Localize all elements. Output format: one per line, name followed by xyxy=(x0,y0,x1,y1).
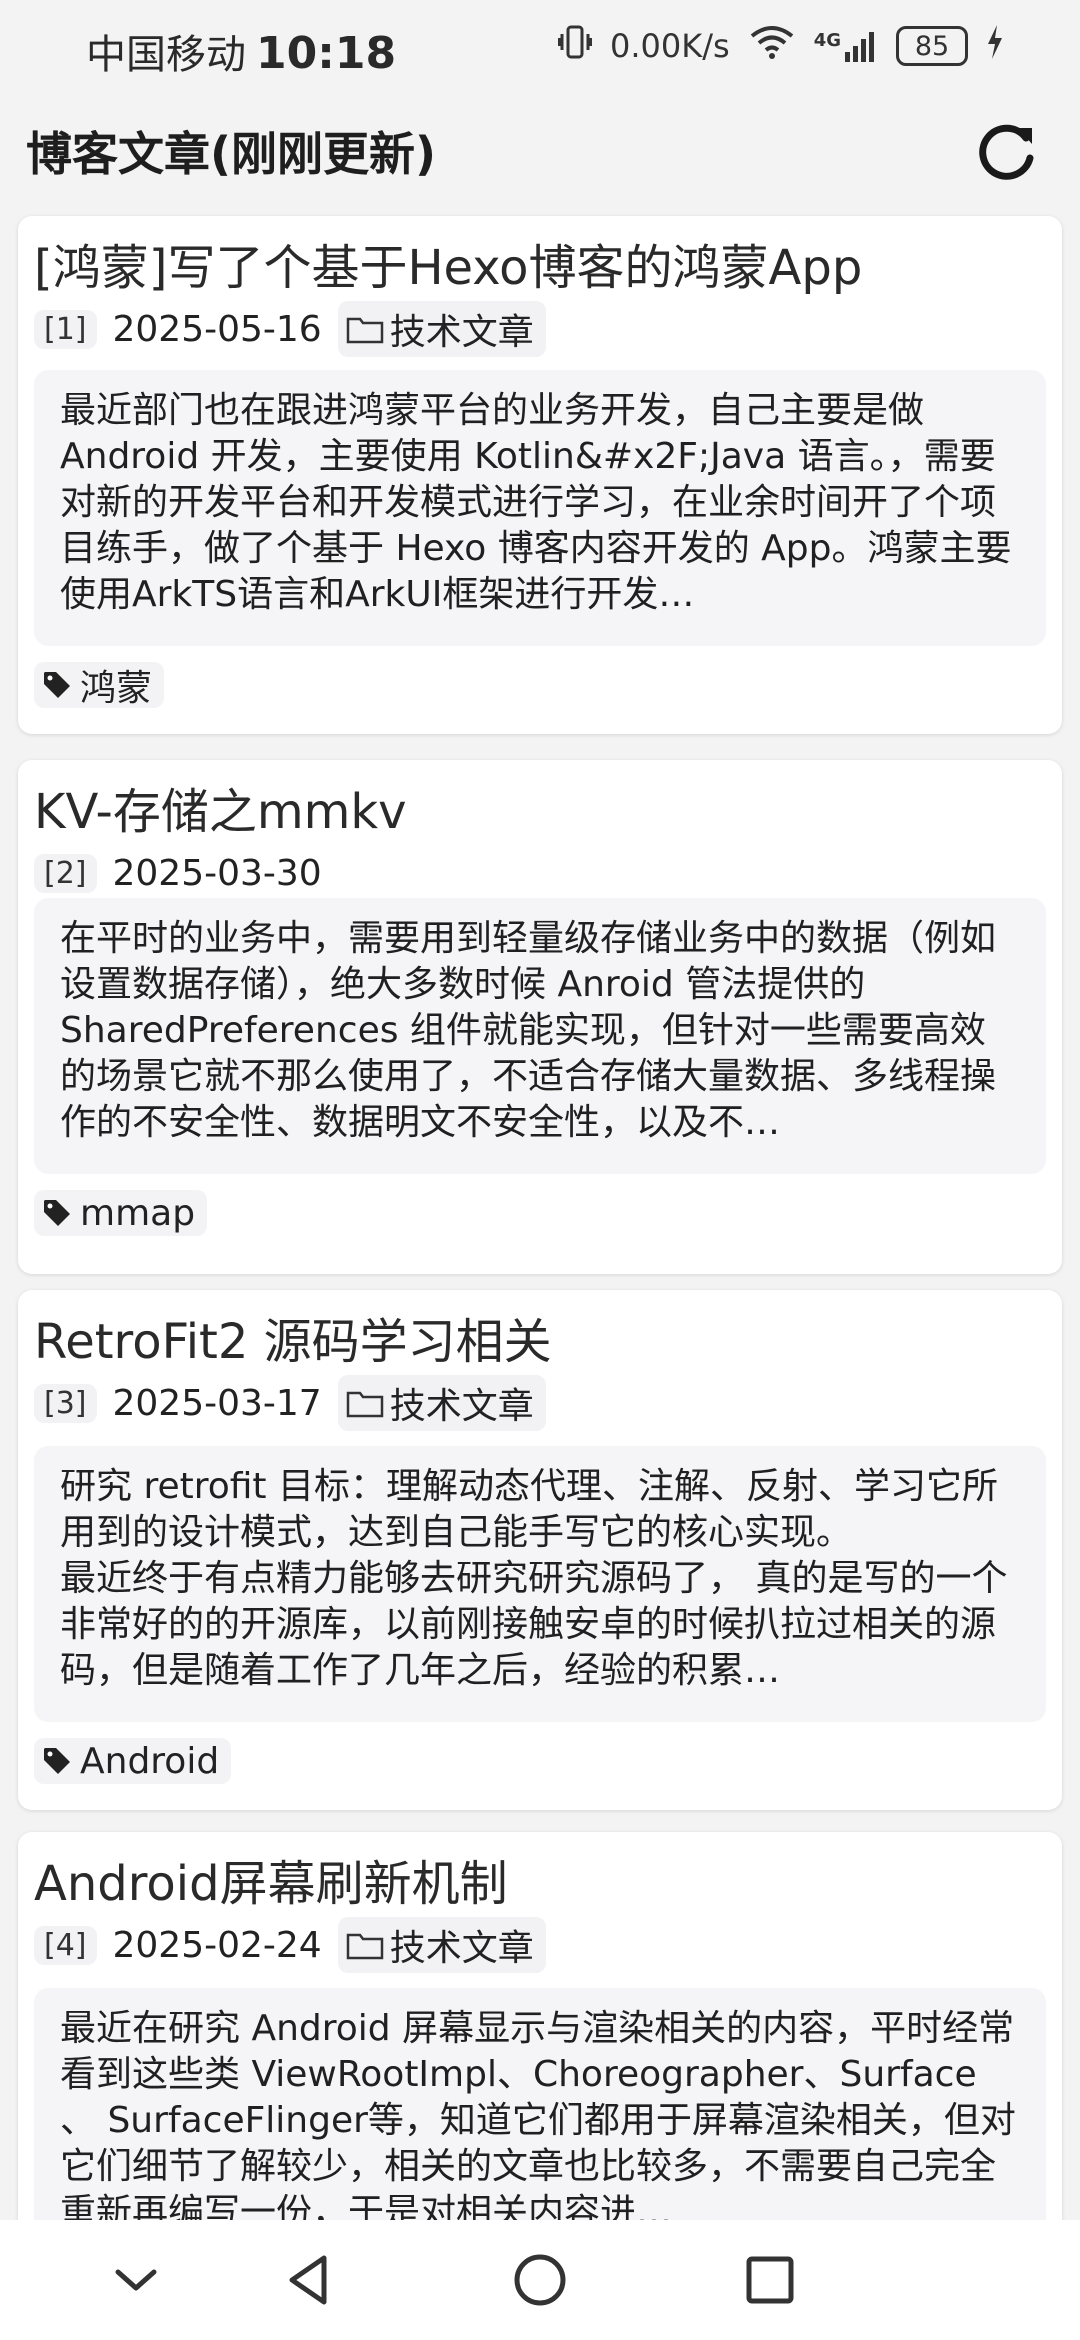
page-title: 博客文章(刚刚更新) xyxy=(26,127,437,181)
excerpt-text: 在平时的业务中，需要用到轻量级存储业务中的数据（例如设置数据存储），绝大多数时候… xyxy=(60,918,997,1143)
article-card[interactable]: RetroFit2 源码学习相关 [3] 2025-03-17 技术文章 研究 … xyxy=(18,1290,1062,1810)
article-excerpt[interactable]: 在平时的业务中，需要用到轻量级存储业务中的数据（例如设置数据存储），绝大多数时候… xyxy=(34,898,1046,1174)
tag-chip[interactable]: 鸿蒙 xyxy=(34,662,165,709)
article-meta: [2] 2025-03-30 xyxy=(34,846,322,900)
app-bar: 博客文章(刚刚更新) xyxy=(0,100,1080,210)
chevron-down-icon[interactable] xyxy=(106,2250,166,2310)
folder-icon xyxy=(346,1391,383,1418)
article-date: 2025-02-24 xyxy=(112,1924,322,1966)
category-label: 技术文章 xyxy=(389,1928,534,1969)
network-type: 4G xyxy=(813,30,841,51)
article-meta: [1] 2025-05-16 技术文章 xyxy=(34,301,546,357)
status-right: 0.00K/s 4G 85 xyxy=(557,24,1004,68)
article-date: 2025-03-30 xyxy=(112,852,322,894)
vibrate-icon xyxy=(557,24,593,68)
article-meta: [4] 2025-02-24 技术文章 xyxy=(34,1917,546,1973)
net-speed: 0.00K/s xyxy=(610,27,730,65)
article-card[interactable]: KV-存储之mmkv [2] 2025-03-30 在平时的业务中，需要用到轻量… xyxy=(18,760,1062,1274)
tag-label: mmap xyxy=(80,1192,196,1234)
status-left: 中国移动 10:18 xyxy=(86,22,396,80)
tag-chip[interactable]: Android xyxy=(34,1738,232,1784)
article-title[interactable]: [鸿蒙]写了个基于Hexo博客的鸿蒙App xyxy=(34,228,862,298)
excerpt-text: 最近在研究 Android 屏幕显示与渲染相关的内容，平时经常看到这些类 Vie… xyxy=(60,2008,1016,2220)
article-index: [4] xyxy=(34,1925,97,1965)
article-date: 2025-05-16 xyxy=(112,308,322,350)
article-title[interactable]: KV-存储之mmkv xyxy=(34,772,407,842)
article-meta: [3] 2025-03-17 技术文章 xyxy=(34,1375,546,1431)
category-chip[interactable]: 技术文章 xyxy=(337,1375,546,1431)
signal-icon: 4G xyxy=(814,30,878,62)
carrier-label: 中国移动 xyxy=(86,32,246,78)
article-excerpt[interactable]: 最近部门也在跟进鸿蒙平台的业务开发，自己主要是做 Android 开发，主要使用… xyxy=(34,370,1046,646)
tag-icon xyxy=(44,672,70,698)
article-list[interactable]: [鸿蒙]写了个基于Hexo博客的鸿蒙App [1] 2025-05-16 技术文… xyxy=(0,212,1080,2220)
article-card[interactable]: Android屏幕刷新机制 [4] 2025-02-24 技术文章 最近在研究 … xyxy=(18,1832,1062,2220)
folder-icon xyxy=(346,1933,383,1960)
article-index: [3] xyxy=(34,1383,97,1423)
refresh-icon[interactable] xyxy=(974,118,1040,184)
tag-chip[interactable]: mmap xyxy=(34,1190,208,1236)
article-excerpt[interactable]: 最近在研究 Android 屏幕显示与渲染相关的内容，平时经常看到这些类 Vie… xyxy=(34,1988,1046,2220)
status-time: 10:18 xyxy=(256,28,397,79)
status-bar: 中国移动 10:18 0.00K/s 4G 85 xyxy=(0,0,1080,96)
excerpt-text: 最近部门也在跟进鸿蒙平台的业务开发，自己主要是做 Android 开发，主要使用… xyxy=(60,390,1012,615)
article-title[interactable]: Android屏幕刷新机制 xyxy=(34,1844,508,1914)
article-index: [1] xyxy=(34,309,97,349)
tag-icon xyxy=(44,1200,70,1226)
excerpt-text: 研究 retrofit 目标：理解动态代理、注解、反射、学习它所用到的设计模式，… xyxy=(60,1466,1008,1691)
home-circle-icon[interactable] xyxy=(510,2250,570,2310)
category-label: 技术文章 xyxy=(389,312,534,353)
tag-icon xyxy=(44,1748,70,1774)
article-card[interactable]: [鸿蒙]写了个基于Hexo博客的鸿蒙App [1] 2025-05-16 技术文… xyxy=(18,216,1062,734)
back-triangle-icon[interactable] xyxy=(280,2250,340,2310)
tag-label: Android xyxy=(80,1740,220,1782)
category-chip[interactable]: 技术文章 xyxy=(337,301,546,357)
category-chip[interactable]: 技术文章 xyxy=(337,1917,546,1973)
category-label: 技术文章 xyxy=(389,1386,534,1427)
system-nav-bar xyxy=(0,2220,1080,2340)
article-excerpt[interactable]: 研究 retrofit 目标：理解动态代理、注解、反射、学习它所用到的设计模式，… xyxy=(34,1446,1046,1722)
article-date: 2025-03-17 xyxy=(112,1382,322,1424)
battery-indicator: 85 xyxy=(896,26,968,66)
tag-label: 鸿蒙 xyxy=(80,668,153,709)
wifi-icon xyxy=(748,24,796,68)
charging-icon xyxy=(986,24,1004,68)
recents-square-icon[interactable] xyxy=(740,2250,800,2310)
article-index: [2] xyxy=(34,853,97,893)
article-title[interactable]: RetroFit2 源码学习相关 xyxy=(34,1302,552,1372)
folder-icon xyxy=(346,317,383,344)
